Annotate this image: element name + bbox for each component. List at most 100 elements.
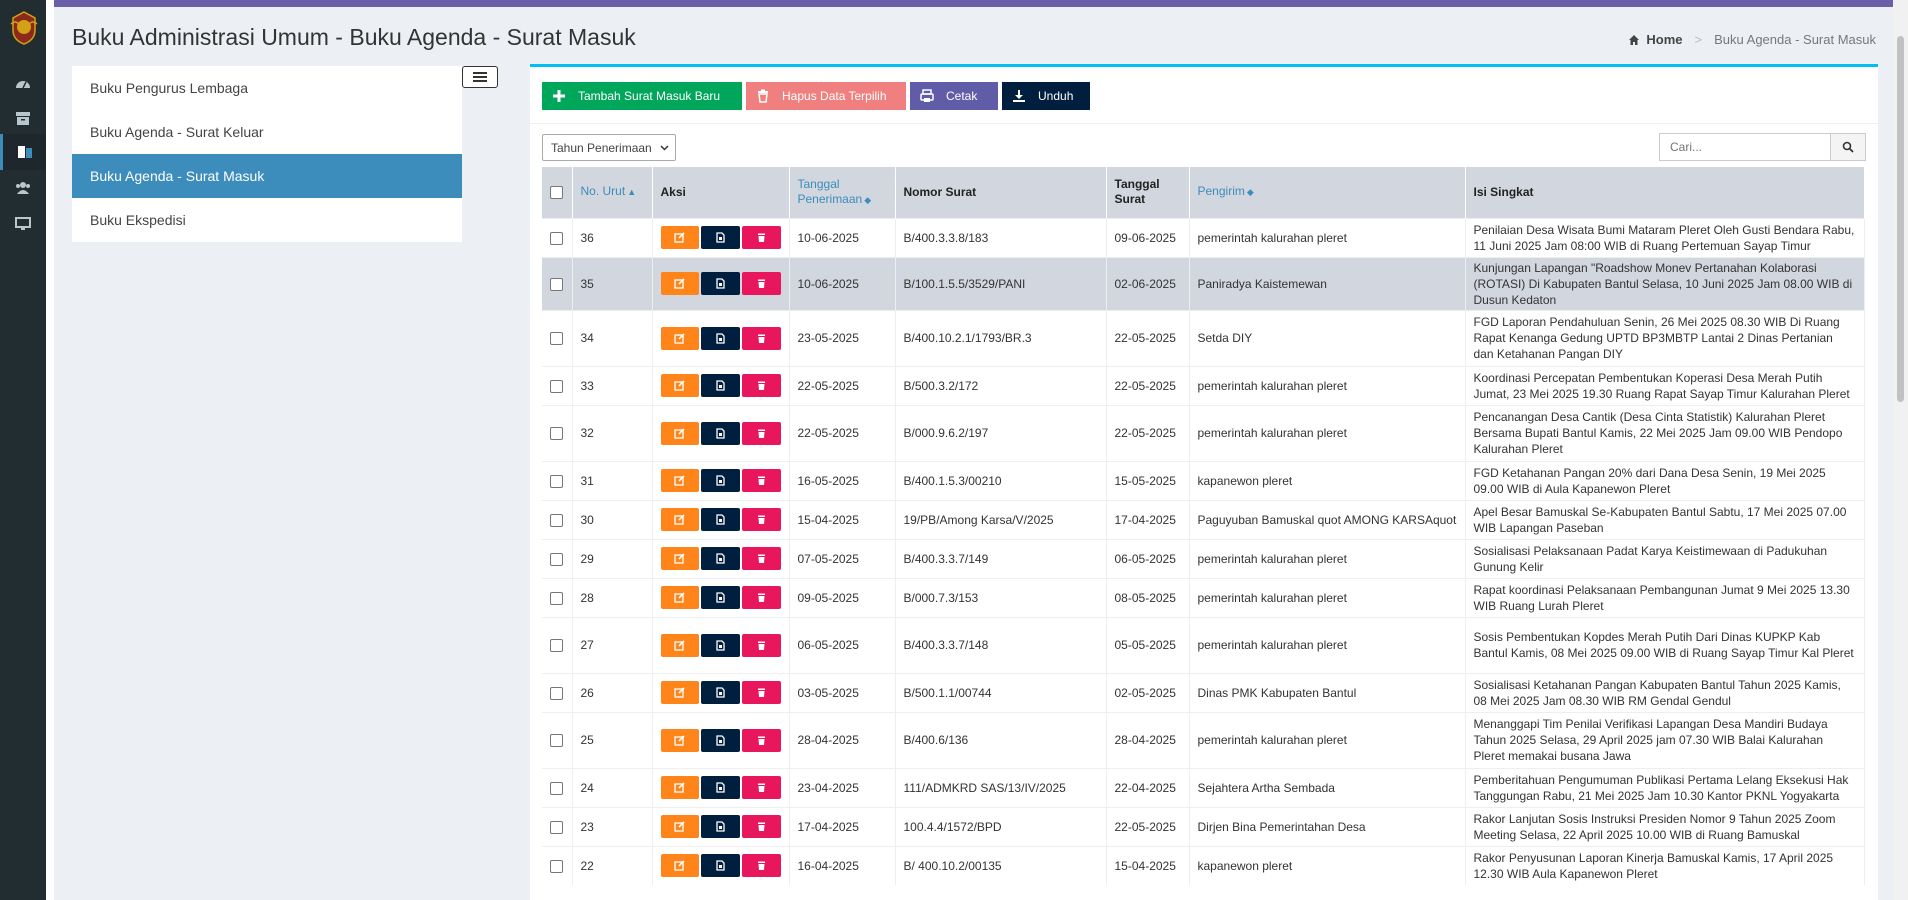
table-row[interactable]: 23 17-04-2025 100.4.4/1572/BPD 22-05-2025 Di… xyxy=(542,806,1865,846)
edit-button[interactable] xyxy=(660,815,700,838)
sidebar-books-icon[interactable] xyxy=(0,134,46,170)
row-checkbox[interactable] xyxy=(550,277,563,291)
sidebar-archive-icon[interactable] xyxy=(0,100,46,136)
delete-row-button[interactable] xyxy=(741,326,781,350)
table-row[interactable]: 22 16-04-2025 B/ 400.10.2/00135 15-04-2025 k… xyxy=(542,845,1865,885)
delete-row-button[interactable] xyxy=(741,226,781,249)
row-checkbox[interactable] xyxy=(550,332,563,346)
edit-button[interactable] xyxy=(660,421,700,445)
delete-row-button[interactable] xyxy=(741,421,781,445)
table-row[interactable]: 25 28-04-2025 B/400.6/136 28-04-2025 pemerin… xyxy=(542,711,1865,768)
view-document-button[interactable] xyxy=(701,547,740,570)
row-checkbox[interactable] xyxy=(550,231,563,245)
table-row[interactable]: 29 07-05-2025 B/400.3.3.7/149 06-05-2025 pem… xyxy=(542,538,1865,578)
header-pengirim[interactable]: Pengirim ◆ xyxy=(1189,167,1466,218)
view-document-button[interactable] xyxy=(701,469,740,492)
view-document-button[interactable] xyxy=(701,326,740,350)
edit-button[interactable] xyxy=(660,272,700,295)
view-document-button[interactable] xyxy=(701,421,740,445)
edit-button[interactable] xyxy=(660,374,700,397)
edit-button[interactable] xyxy=(660,776,700,799)
add-letter-button[interactable]: Tambah Surat Masuk Baru xyxy=(542,82,742,110)
table-row[interactable]: 30 15-04-2025 19/PB/Among Karsa/V/2025 17-0… xyxy=(542,499,1865,539)
edit-button[interactable] xyxy=(660,226,700,249)
edit-button[interactable] xyxy=(660,547,700,570)
view-document-button[interactable] xyxy=(701,815,740,838)
row-checkbox[interactable] xyxy=(550,860,563,874)
search-button[interactable] xyxy=(1831,133,1866,161)
table-row[interactable]: 36 10-06-2025 B/400.3.3.8/183 09-06-2025 pem… xyxy=(542,217,1865,257)
view-document-button[interactable] xyxy=(701,854,740,878)
row-checkbox[interactable] xyxy=(550,639,563,653)
table-row[interactable]: 35 10-06-2025 B/100.1.5.5/3529/PANI 02-06-2… xyxy=(542,256,1865,310)
row-checkbox[interactable] xyxy=(550,820,563,834)
header-tanggal-penerimaan[interactable]: Tanggal Penerimaan ◆ xyxy=(789,167,896,218)
view-document-button[interactable] xyxy=(701,681,740,704)
year-filter-select[interactable]: Tahun Penerimaan xyxy=(542,134,676,161)
delete-row-button[interactable] xyxy=(741,815,781,838)
edit-button[interactable] xyxy=(660,508,700,531)
row-checkbox[interactable] xyxy=(550,427,563,441)
row-checkbox[interactable] xyxy=(550,474,563,488)
delete-row-button[interactable] xyxy=(741,776,781,799)
edit-button[interactable] xyxy=(660,633,700,657)
table-row[interactable]: 27 06-05-2025 B/400.3.3.7/148 05-05-2025 pem… xyxy=(542,616,1865,673)
delete-row-button[interactable] xyxy=(741,681,781,704)
delete-row-button[interactable] xyxy=(741,586,781,609)
scrollbar-thumb[interactable] xyxy=(1897,36,1904,402)
table-row[interactable]: 34 23-05-2025 B/400.10.2.1/1793/BR.3 22-05-… xyxy=(542,309,1865,366)
menu-toggle-button[interactable] xyxy=(462,66,498,88)
delete-row-button[interactable] xyxy=(741,547,781,570)
edit-button[interactable] xyxy=(660,469,700,492)
sidebar-monitor-icon[interactable] xyxy=(0,206,46,242)
view-document-button[interactable] xyxy=(701,728,740,752)
view-document-button[interactable] xyxy=(701,508,740,531)
delete-row-button[interactable] xyxy=(741,272,781,295)
download-button[interactable]: Unduh xyxy=(1002,82,1090,110)
header-no-urut[interactable]: No. Urut ▲ xyxy=(572,167,653,218)
table-row[interactable]: 33 22-05-2025 B/500.3.2/172 22-05-2025 pemer… xyxy=(542,365,1865,405)
row-checkbox[interactable] xyxy=(550,686,563,700)
table-row[interactable]: 24 23-04-2025 111/ADMKRD SAS/13/IV/2025 22-… xyxy=(542,767,1865,807)
row-checkbox[interactable] xyxy=(550,781,563,795)
table-row[interactable]: 32 22-05-2025 B/000.9.6.2/197 22-05-2025 pem… xyxy=(542,404,1865,461)
view-document-button[interactable] xyxy=(701,776,740,799)
print-button[interactable]: Cetak xyxy=(910,82,998,110)
edit-button[interactable] xyxy=(660,586,700,609)
row-checkbox[interactable] xyxy=(550,552,563,566)
edit-button[interactable] xyxy=(660,326,700,350)
delete-row-button[interactable] xyxy=(741,633,781,657)
sidebar-users-icon[interactable] xyxy=(0,170,46,206)
edit-button[interactable] xyxy=(660,854,700,878)
delete-row-button[interactable] xyxy=(741,469,781,492)
sidebar-dashboard-icon[interactable] xyxy=(0,66,46,102)
row-checkbox[interactable] xyxy=(550,591,563,605)
page-scrollbar[interactable] xyxy=(1893,0,1908,900)
view-document-button[interactable] xyxy=(701,226,740,249)
row-checkbox[interactable] xyxy=(550,513,563,527)
table-row[interactable]: 26 03-05-2025 B/500.1.1/00744 02-05-2025 Din… xyxy=(542,672,1865,712)
menu-item-surat-keluar[interactable]: Buku Agenda - Surat Keluar xyxy=(72,110,462,154)
view-document-button[interactable] xyxy=(701,633,740,657)
menu-item-pengurus-lembaga[interactable]: Buku Pengurus Lembaga xyxy=(72,66,462,110)
view-document-button[interactable] xyxy=(701,272,740,295)
edit-button[interactable] xyxy=(660,681,700,704)
view-document-button[interactable] xyxy=(701,374,740,397)
table-row[interactable]: 31 16-05-2025 B/400.1.5.3/00210 15-05-2025 k… xyxy=(542,460,1865,500)
delete-row-button[interactable] xyxy=(741,374,781,397)
delete-selected-button[interactable]: Hapus Data Terpilih xyxy=(746,82,906,110)
row-checkbox[interactable] xyxy=(550,734,563,748)
row-checkbox[interactable] xyxy=(550,379,563,393)
breadcrumb-home[interactable]: Home xyxy=(1628,32,1683,47)
delete-row-button[interactable] xyxy=(741,728,781,752)
view-document-button[interactable] xyxy=(701,586,740,609)
select-all-checkbox[interactable] xyxy=(550,186,563,200)
menu-item-surat-masuk[interactable]: Buku Agenda - Surat Masuk xyxy=(72,154,462,198)
edit-button[interactable] xyxy=(660,728,700,752)
menu-item-ekspedisi[interactable]: Buku Ekspedisi xyxy=(72,198,462,242)
edit-icon xyxy=(674,553,685,564)
delete-row-button[interactable] xyxy=(741,854,781,878)
table-row[interactable]: 28 09-05-2025 B/000.7.3/153 08-05-2025 pemer… xyxy=(542,577,1865,617)
delete-row-button[interactable] xyxy=(741,508,781,531)
search-input[interactable] xyxy=(1659,133,1831,161)
